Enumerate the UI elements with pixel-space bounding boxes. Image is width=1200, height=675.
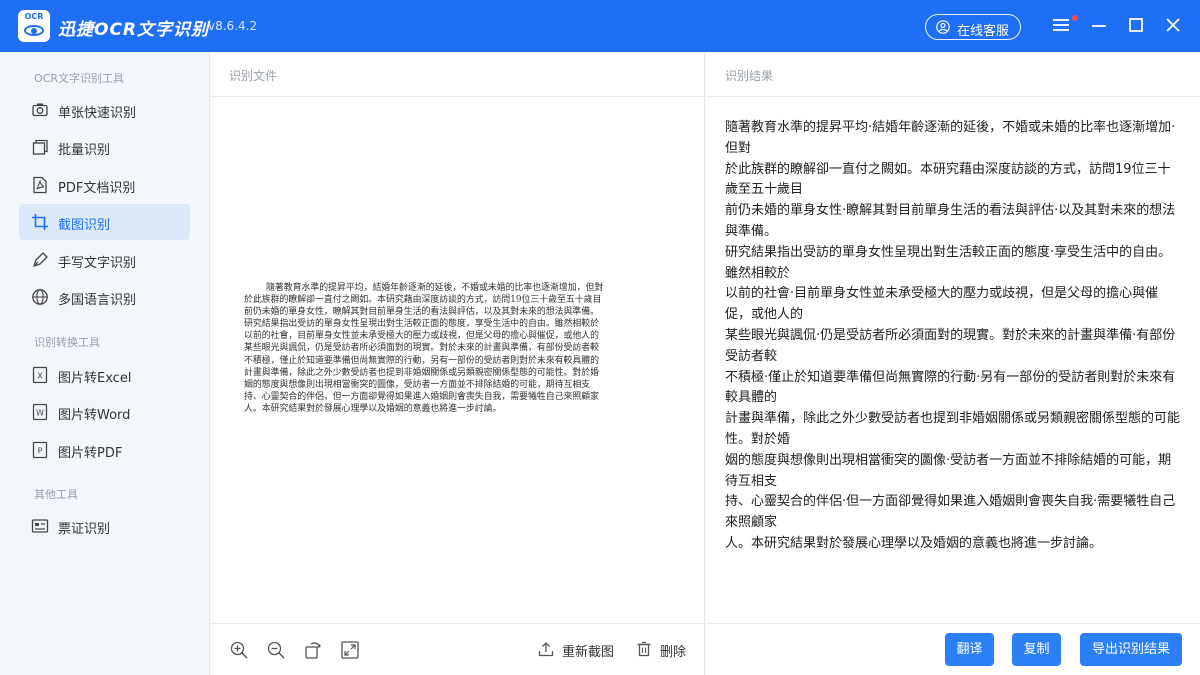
source-file-title: 识别文件 bbox=[229, 69, 278, 83]
sidebar-item-label: 票证识别 bbox=[58, 522, 111, 537]
zoom-out-icon[interactable] bbox=[266, 640, 286, 660]
result-text-area[interactable]: 隨著教育水準的提昇平均·結婚年齡逐漸的延後，不婚或未婚的比率也逐漸增加·但對 於… bbox=[725, 118, 1181, 555]
sidebar-item-label: PDF文档识别 bbox=[58, 181, 136, 196]
source-toolbar: 重新截图 删除 bbox=[210, 623, 704, 675]
title-bar: OCR 迅捷OCR文字识别 v8.6.4.2 在线客服 bbox=[0, 0, 1200, 52]
sidebar-item-image-to-pdf[interactable]: P 图片转PDF bbox=[19, 432, 190, 468]
document-line: 人。本研究結果對於發展心理學以及婚姻的意義也將進一步討論。 bbox=[244, 403, 502, 414]
document-line: 計畫與準備，除此之外少數受訪者也提到非婚姻關係或另類親密關係型態的可能性。對於婚 bbox=[244, 367, 599, 378]
document-line: 某些眼光與諷侃，仍是受訪者所必須面對的現實。對於未來的計畫與準備，有部份受訪者較 bbox=[244, 343, 599, 354]
recapture-button[interactable]: 重新截图 bbox=[538, 640, 618, 660]
sidebar-item-screenshot[interactable]: 截图识别 bbox=[19, 204, 190, 240]
sidebar-item-image-to-excel[interactable]: X 图片转Excel bbox=[19, 357, 190, 393]
globe-icon bbox=[32, 289, 48, 305]
sidebar: OCR文字识别工具 单张快速识别 批量识别 PDF文档识别 截图识别 手写文字识… bbox=[0, 52, 210, 675]
close-icon[interactable] bbox=[1162, 14, 1184, 36]
result-line: 於此族群的瞭解卻一直付之闕如。本研究藉由深度訪談的方式，訪問19位三十歲至五十歲… bbox=[725, 161, 1171, 198]
app-title: 迅捷OCR文字识别 bbox=[58, 20, 210, 40]
result-line: 持、心靈契合的伴侶·但一方面卻覺得如果進入婚姻則會喪失自我·需要犧牲自己來照顧家 bbox=[725, 494, 1176, 531]
document-image: 隨著教育水準的提昇平均，結婚年齡逐漸的延後，不婚或未婚的比率也逐漸增加，但對 於… bbox=[244, 282, 674, 442]
ticket-icon bbox=[31, 519, 49, 533]
word-icon: W bbox=[32, 403, 48, 421]
document-line: 研究結果指出受訪的單身女性呈現出對生活較正面的態度，享受生活中的自由。雖然相較於 bbox=[244, 319, 599, 330]
sidebar-item-label: 截图识别 bbox=[58, 218, 111, 233]
result-line: 人。本研究結果對於發展心理學以及婚姻的意義也將進一步討論。 bbox=[725, 535, 1103, 551]
pen-icon bbox=[32, 252, 48, 268]
result-line: 前仍未婚的單身女性·瞭解其對目前單身生活的看法與評估·以及其對未來的想法與準備。 bbox=[725, 203, 1176, 239]
source-file-panel: 识别文件 隨著教育水準的提昇平均，結婚年齡逐漸的延後，不婚或未婚的比率也逐漸增加… bbox=[210, 52, 705, 675]
document-line: 於此族群的瞭解卻一直付之闕如。本研究藉由深度訪談的方式，訪問19位三十歲至五十歲… bbox=[244, 295, 602, 306]
sidebar-item-image-to-word[interactable]: W 图片转Word bbox=[19, 394, 190, 430]
trash-icon bbox=[637, 641, 651, 657]
online-service-label: 在线客服 bbox=[957, 24, 1010, 39]
result-line: 計畫與準備，除此之外少數受訪者也提到非婚姻關係或另類親密關係型態的可能性。對於婚 bbox=[725, 411, 1181, 447]
sidebar-item-label: 多国语言识别 bbox=[58, 293, 137, 308]
section-title-ocr-tools: OCR文字识别工具 bbox=[34, 72, 124, 85]
maximize-icon[interactable] bbox=[1125, 14, 1147, 36]
upload-icon bbox=[538, 642, 554, 657]
svg-text:X: X bbox=[37, 372, 43, 381]
svg-text:W: W bbox=[36, 409, 44, 418]
document-line: 持、心靈契合的伴侶，但一方面卻覺得如果進入婚姻則會喪失自我，需要犧牲自己來照顧家 bbox=[244, 391, 599, 402]
sidebar-item-label: 图片转PDF bbox=[58, 446, 123, 461]
result-line: 不積極·僅止於知道要準備但尚無實際的行動·另有一部份的受訪者則對於未來有較具體的 bbox=[725, 369, 1176, 406]
result-line: 研究結果指出受訪的單身女性呈現出對生活較正面的態度·享受生活中的自由。雖然相較於 bbox=[725, 244, 1172, 281]
result-header: 识别结果 bbox=[706, 52, 1200, 97]
sidebar-item-handwriting[interactable]: 手写文字识别 bbox=[19, 242, 190, 278]
copy-button[interactable]: 复制 bbox=[1012, 633, 1061, 666]
recapture-label: 重新截图 bbox=[562, 645, 615, 660]
translate-button[interactable]: 翻译 bbox=[945, 633, 994, 666]
pdf-file-icon bbox=[33, 176, 47, 194]
online-service-button[interactable]: 在线客服 bbox=[925, 14, 1021, 40]
crop-icon bbox=[32, 214, 48, 230]
menu-icon[interactable] bbox=[1050, 14, 1072, 36]
export-result-button[interactable]: 导出识别结果 bbox=[1080, 633, 1182, 666]
notification-dot bbox=[1072, 15, 1078, 21]
result-line: 某些眼光與諷侃·仍是受訪者所必須面對的現實。對於未來的計畫與準備·有部份受訪者較 bbox=[725, 327, 1176, 364]
result-line: 姻的態度與想像則出現相當衝突的圖像·受訪者一方面並不排除結婚的可能，期待互相支 bbox=[725, 452, 1172, 489]
app-logo-icon: OCR bbox=[18, 10, 50, 42]
document-line: 姻的態度與想像則出現相當衝突的圖像，受訪者一方面並不排除結婚的可能，期待互相支 bbox=[244, 379, 591, 390]
svg-text:P: P bbox=[38, 447, 43, 456]
result-title: 识别结果 bbox=[725, 69, 774, 83]
logo-text: OCR bbox=[24, 12, 44, 21]
sidebar-item-label: 手写文字识别 bbox=[58, 256, 137, 271]
minimize-icon[interactable] bbox=[1088, 14, 1110, 36]
camera-icon bbox=[32, 103, 48, 117]
sidebar-item-pdf[interactable]: PDF文档识别 bbox=[19, 167, 190, 203]
sidebar-item-batch[interactable]: 批量识别 bbox=[19, 129, 190, 165]
excel-icon: X bbox=[32, 366, 48, 384]
result-line: 隨著教育水準的提昇平均·結婚年齡逐漸的延後，不婚或未婚的比率也逐漸增加·但對 bbox=[725, 120, 1176, 156]
zoom-in-icon[interactable] bbox=[229, 640, 249, 660]
source-file-header: 识别文件 bbox=[210, 52, 704, 97]
document-line: 前仍未婚的單身女性，瞭解其對目前單身生活的看法與評估，以及其對未來的想法與準備。 bbox=[244, 307, 599, 318]
sidebar-item-label: 图片转Word bbox=[58, 408, 131, 423]
result-line: 以前的社會·目前單身女性並未承受極大的壓力或歧視，但是父母的擔心與催促，或他人的 bbox=[725, 286, 1159, 323]
section-title-other-tools: 其他工具 bbox=[34, 488, 78, 501]
document-line: 隨著教育水準的提昇平均，結婚年齡逐漸的延後，不婚或未婚的比率也逐漸增加，但對 bbox=[266, 283, 604, 293]
sidebar-item-label: 单张快速识别 bbox=[58, 106, 137, 121]
sidebar-item-label: 图片转Excel bbox=[58, 371, 132, 386]
logo-eye-icon bbox=[24, 25, 44, 36]
result-panel: 识别结果 隨著教育水準的提昇平均·結婚年齡逐漸的延後，不婚或未婚的比率也逐漸增加… bbox=[706, 52, 1200, 675]
result-toolbar: 翻译 复制 导出识别结果 bbox=[706, 623, 1200, 675]
stack-icon bbox=[32, 139, 48, 155]
sidebar-item-ticket[interactable]: 票证识别 bbox=[19, 508, 190, 544]
pdf-icon: P bbox=[32, 441, 48, 459]
document-line: 不積極，僅止於知道要準備但尚無實際的行動，另有一部份的受訪者則對於未來有較具體的 bbox=[244, 355, 599, 366]
sidebar-item-label: 批量识别 bbox=[58, 143, 111, 158]
fit-screen-icon[interactable] bbox=[340, 640, 360, 660]
sidebar-item-multilang[interactable]: 多国语言识别 bbox=[19, 279, 190, 315]
delete-button[interactable]: 删除 bbox=[636, 640, 692, 660]
sidebar-item-quick-recognize[interactable]: 单张快速识别 bbox=[19, 92, 190, 128]
section-title-convert-tools: 识别转换工具 bbox=[34, 336, 100, 349]
rotate-icon[interactable] bbox=[303, 640, 323, 660]
document-line: 以前的社會，目前單身女性並未承受極大的壓力或歧視，但是父母的擔心與催促，或他人的 bbox=[244, 331, 599, 342]
app-version: v8.6.4.2 bbox=[208, 19, 258, 33]
delete-label: 删除 bbox=[660, 645, 687, 660]
user-icon bbox=[936, 20, 950, 34]
